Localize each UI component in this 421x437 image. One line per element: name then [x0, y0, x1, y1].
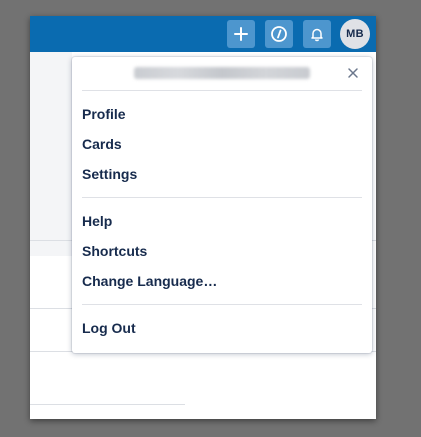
menu-divider: [82, 304, 362, 305]
menu-item-log-out[interactable]: Log Out: [72, 314, 372, 342]
avatar[interactable]: MB: [340, 19, 370, 49]
info-button[interactable]: [265, 20, 293, 48]
close-button[interactable]: [346, 66, 360, 80]
header-bar: MB: [30, 16, 376, 52]
menu-item-settings[interactable]: Settings: [72, 160, 372, 188]
info-icon: [271, 26, 287, 42]
menu-item-cards[interactable]: Cards: [72, 130, 372, 158]
close-icon: [348, 68, 358, 78]
menu-item-change-language[interactable]: Change Language…: [72, 267, 372, 295]
menu-item-profile[interactable]: Profile: [72, 100, 372, 128]
background-divider: [30, 404, 185, 405]
notifications-button[interactable]: [303, 20, 331, 48]
account-menu: Profile Cards Settings Help Shortcuts Ch…: [72, 57, 372, 353]
plus-icon: [234, 27, 248, 41]
menu-item-help[interactable]: Help: [72, 207, 372, 235]
menu-item-shortcuts[interactable]: Shortcuts: [72, 237, 372, 265]
add-button[interactable]: [227, 20, 255, 48]
bell-icon: [311, 28, 323, 42]
menu-divider: [82, 90, 362, 91]
account-name: [134, 67, 310, 79]
board-background-panel: [30, 52, 72, 256]
avatar-initials: MB: [346, 28, 364, 40]
menu-divider: [82, 197, 362, 198]
